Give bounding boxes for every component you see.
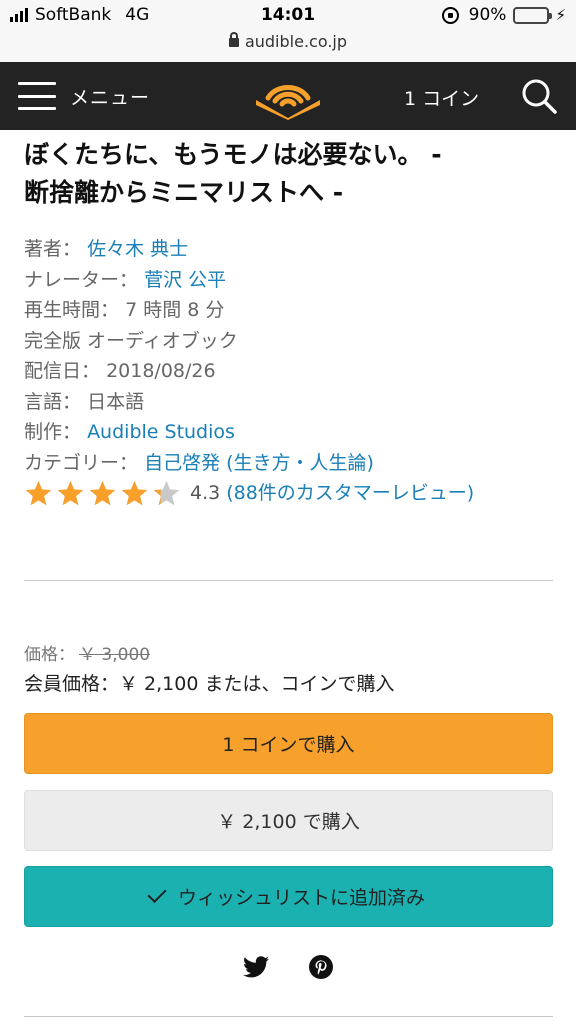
coin-balance[interactable]: 1 コイン <box>404 84 479 111</box>
app-header: メニュー 1 コイン <box>0 62 576 130</box>
charging-icon: ⚡︎ <box>555 6 566 24</box>
star-full-icon <box>57 480 84 505</box>
menu-label: メニュー <box>70 86 151 109</box>
book-title-line2: 断捨離からミニマリストへ - <box>24 178 344 207</box>
buy-with-cash-label: ￥ 2,100 で購入 <box>217 811 360 833</box>
length-value: 7 時間 8 分 <box>125 299 225 321</box>
share-row <box>0 953 576 983</box>
category-row: カテゴリー： 自己啓発 (生き方・人生論) <box>24 448 564 479</box>
publisher-row: 制作： Audible Studios <box>24 417 564 448</box>
star-full-icon <box>25 480 52 505</box>
category-link[interactable]: 自己啓発 (生き方・人生論) <box>144 452 374 474</box>
star-full-icon <box>121 480 148 505</box>
publisher-link[interactable]: Audible Studios <box>87 421 235 443</box>
pinterest-icon[interactable] <box>309 955 333 979</box>
address-bar[interactable]: audible.co.jp <box>0 32 576 51</box>
category-label: カテゴリー： <box>24 451 139 474</box>
buy-with-coin-label: 1 コインで購入 <box>222 734 355 756</box>
author-label: 著者： <box>24 238 82 260</box>
release-date: 2018/08/26 <box>106 360 216 382</box>
rating-score: 4.3 <box>190 481 221 504</box>
buy-with-cash-button[interactable]: ￥ 2,100 で購入 <box>24 790 553 851</box>
length-label: 再生時間： <box>24 299 120 321</box>
book-title-line1: ぼくたちに、もうモノは必要ない。 - <box>24 140 442 169</box>
publisher-label: 制作： <box>24 421 82 443</box>
status-right: 90% ⚡︎ <box>441 5 566 25</box>
url-text: audible.co.jp <box>244 32 348 51</box>
rating-row: 4.3 (88件のカスタマーレビュー) <box>24 478 564 508</box>
book-title: ぼくたちに、もうモノは必要ない。 - 断捨離からミニマリストへ - <box>24 136 564 212</box>
release-row: 配信日： 2018/08/26 <box>24 356 564 387</box>
wishlist-button[interactable]: ウィッシュリストに追加済み <box>24 866 553 927</box>
status-bar: SoftBank 4G 14:01 90% ⚡︎ audible.co.jp <box>0 0 576 62</box>
menu-button[interactable]: メニュー <box>18 80 150 112</box>
format-row: 完全版 オーディオブック <box>24 329 238 352</box>
length-row: 再生時間： 7 時間 8 分 <box>24 295 564 326</box>
author-link[interactable]: 佐々木 典士 <box>87 238 188 260</box>
checkmark-icon <box>147 883 167 904</box>
price-label: 価格： <box>24 645 75 665</box>
reviews-link[interactable]: (88件のカスタマーレビュー) <box>226 478 474 509</box>
release-label: 配信日： <box>24 360 101 382</box>
narrator-label: ナレーター： <box>24 268 139 291</box>
twitter-icon[interactable] <box>243 956 269 978</box>
star-rating[interactable] <box>24 479 184 508</box>
wishlist-label: ウィッシュリストに追加済み <box>177 887 425 909</box>
star-full-icon <box>89 480 116 505</box>
divider-bottom <box>24 1016 553 1017</box>
book-metadata: 著者： 佐々木 典士 ナレーター： 菅沢 公平 再生時間： 7 時間 8 分 完… <box>24 234 564 508</box>
divider <box>24 580 553 581</box>
star-partial-icon <box>153 480 180 505</box>
padlock-icon <box>228 32 239 47</box>
list-price: ￥ 3,000 <box>79 645 151 665</box>
narrator-link[interactable]: 菅沢 公平 <box>144 269 226 291</box>
battery-percent: 90% <box>468 5 507 25</box>
audible-logo-icon[interactable] <box>252 76 324 120</box>
list-price-row: 価格： ￥ 3,000 <box>24 640 150 665</box>
narrator-row: ナレーター： 菅沢 公平 <box>24 265 564 296</box>
member-price: 会員価格：￥ 2,100 または、コインで購入 <box>24 673 395 695</box>
orientation-lock-icon <box>441 6 459 24</box>
language-row: 言語： 日本語 <box>24 387 564 418</box>
hamburger-icon <box>18 82 56 110</box>
buy-with-coin-button[interactable]: 1 コインで購入 <box>24 713 553 774</box>
language-value: 日本語 <box>87 390 145 413</box>
author-row: 著者： 佐々木 典士 <box>24 234 564 265</box>
search-icon[interactable] <box>520 77 558 115</box>
battery-icon <box>513 6 553 24</box>
language-label: 言語： <box>24 390 82 413</box>
